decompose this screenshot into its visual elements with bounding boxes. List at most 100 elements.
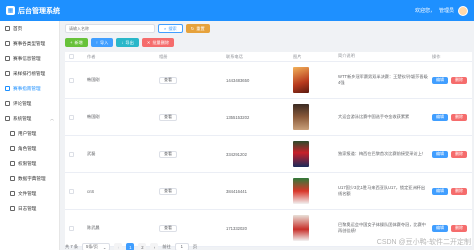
- sidebar: 首页 赛事各类型管理 赛事信息管理 采样排行榜管理 赛事指南管理 评论管理 系统…: [0, 21, 60, 250]
- author-cell: 武磊: [87, 151, 96, 156]
- user-icon: [10, 146, 15, 151]
- author-cell: 韩国刚: [87, 77, 100, 82]
- goto-page-input[interactable]: 1: [174, 243, 189, 250]
- goto-label: 前往: [162, 244, 171, 249]
- edit-button[interactable]: 编辑: [432, 113, 448, 121]
- view-album-button[interactable]: 查看: [159, 113, 177, 121]
- page-size-value: 5条/页: [86, 244, 98, 249]
- row-image[interactable]: [293, 141, 309, 167]
- avatar[interactable]: [458, 5, 468, 16]
- search-bar: ⌕搜索 ↻重置: [65, 24, 210, 33]
- sidebar-item-label: 系统管理: [13, 115, 32, 121]
- sidebar-item-files[interactable]: 文件管理: [0, 186, 59, 201]
- edit-button[interactable]: 编辑: [432, 187, 448, 195]
- search-button-label: 搜索: [168, 25, 177, 31]
- view-album-button[interactable]: 查看: [159, 150, 177, 158]
- next-page-button[interactable]: ›: [150, 243, 159, 250]
- grid-icon: [5, 116, 10, 121]
- description-cell: 巴黎奥运会中国女子体操队团体赛夺冠，比赛中再创佳绩！: [338, 221, 426, 234]
- logo: ▦ 后台管理系统: [0, 0, 60, 21]
- sidebar-item-event-info[interactable]: 赛事信息管理: [0, 51, 59, 66]
- view-album-button[interactable]: 查看: [159, 224, 177, 232]
- delete-button[interactable]: 删除: [451, 187, 467, 195]
- watermark: CSDN @豆小鸭-软件二开定制: [376, 239, 471, 246]
- file-icon: [10, 191, 15, 196]
- page-number[interactable]: 1: [126, 243, 135, 250]
- tel-cell: 1355153202: [226, 114, 250, 120]
- sidebar-item-guide[interactable]: 赛事指南管理: [0, 81, 59, 96]
- sidebar-item-home[interactable]: 首页: [0, 21, 59, 36]
- author-cell: 陈武晨: [87, 225, 100, 230]
- user-name[interactable]: 管理员: [439, 7, 454, 14]
- import-button[interactable]: ↑ 导入: [90, 38, 114, 47]
- app-title: 后台管理系统: [18, 7, 60, 15]
- user-area[interactable]: 欢迎您， 管理员: [415, 0, 468, 21]
- sidebar-item-label: 角色管理: [18, 145, 37, 151]
- search-icon: ⌕: [164, 26, 167, 31]
- row-image[interactable]: [293, 178, 309, 204]
- delete-button[interactable]: 删除: [451, 113, 467, 121]
- sidebar-item-label: 评论管理: [13, 100, 32, 106]
- column-header: 图片: [293, 53, 302, 59]
- sidebar-item-dictionary[interactable]: 数据字典管理: [0, 171, 59, 186]
- sidebar-item-logs[interactable]: 日志管理: [0, 201, 59, 216]
- edit-button[interactable]: 编辑: [432, 150, 448, 158]
- search-input[interactable]: [65, 24, 155, 33]
- row-image[interactable]: [293, 215, 309, 241]
- log-icon: [10, 206, 15, 211]
- import-button-label: 导入: [99, 39, 109, 45]
- add-button[interactable]: + 新增: [65, 38, 88, 47]
- sidebar-item-label: 文件管理: [18, 190, 37, 196]
- row-checkbox[interactable]: [68, 188, 74, 194]
- app-logo-icon: ▦: [6, 6, 15, 15]
- view-album-button[interactable]: 查看: [159, 76, 177, 84]
- author-cell: 韩国刚: [87, 114, 100, 119]
- sidebar-item-label: 赛事信息管理: [13, 55, 41, 61]
- search-button[interactable]: ⌕ 搜索: [158, 24, 183, 33]
- delete-button[interactable]: 删除: [451, 76, 467, 84]
- column-header: 简介说明: [338, 53, 355, 59]
- delete-button[interactable]: 删除: [451, 224, 467, 232]
- sidebar-item-system[interactable]: 系统管理 ︿: [0, 111, 59, 126]
- edit-button[interactable]: 编辑: [432, 224, 448, 232]
- grid-icon: [5, 86, 10, 91]
- sidebar-item-ranking[interactable]: 采样排行榜管理: [0, 66, 59, 81]
- edit-button[interactable]: 编辑: [432, 76, 448, 84]
- description-cell: 独家报道：梅西在巴黎首次比赛前接受采访上！: [338, 150, 426, 156]
- top-header: ▦ 后台管理系统 欢迎您， 管理员: [0, 0, 474, 21]
- chevron-up-icon: ︿: [50, 115, 54, 121]
- export-button[interactable]: ↓ 导出: [116, 38, 139, 47]
- sidebar-item-comments[interactable]: 评论管理: [0, 96, 59, 111]
- upload-icon: ↑: [95, 40, 98, 45]
- tel-cell: 334291202: [226, 151, 247, 157]
- table-row: 韩国刚 查看 1355153202 大运会游泳比赛中国选手夺金收获累累 编辑 删除: [65, 99, 472, 136]
- sidebar-item-users[interactable]: 用户管理: [0, 126, 59, 141]
- grid-icon: [5, 56, 10, 61]
- tel-cell: 384416441: [226, 188, 247, 194]
- reset-button-label: 重置: [196, 25, 205, 31]
- reset-button[interactable]: ↻ 重置: [185, 24, 210, 33]
- select-all-checkbox[interactable]: [68, 54, 74, 59]
- row-checkbox[interactable]: [68, 151, 74, 157]
- view-album-button[interactable]: 查看: [159, 187, 177, 195]
- row-checkbox[interactable]: [68, 77, 74, 83]
- sidebar-item-event-types[interactable]: 赛事各类型管理: [0, 36, 59, 51]
- row-checkbox[interactable]: [68, 225, 74, 231]
- lock-icon: [10, 161, 15, 166]
- row-image[interactable]: [293, 67, 309, 93]
- action-toolbar: + 新增 ↑ 导入 ↓ 导出 ✕ 批量删除: [65, 38, 175, 47]
- delete-button[interactable]: 删除: [451, 150, 467, 158]
- page-number[interactable]: 2: [138, 243, 147, 250]
- sidebar-item-label: 权限管理: [18, 160, 37, 166]
- page-unit-label: 页: [192, 244, 198, 249]
- sidebar-item-permissions[interactable]: 权限管理: [0, 156, 59, 171]
- page-size-select[interactable]: 5条/页 ⌄: [82, 243, 111, 250]
- sidebar-item-label: 日志管理: [18, 205, 37, 211]
- batch-delete-button-label: 批量删除: [152, 39, 170, 45]
- prev-page-button[interactable]: ‹: [114, 243, 123, 250]
- row-image[interactable]: [293, 104, 309, 130]
- row-checkbox[interactable]: [68, 114, 74, 120]
- column-header: 相册: [159, 53, 168, 59]
- batch-delete-button[interactable]: ✕ 批量删除: [141, 38, 175, 47]
- sidebar-item-roles[interactable]: 角色管理: [0, 141, 59, 156]
